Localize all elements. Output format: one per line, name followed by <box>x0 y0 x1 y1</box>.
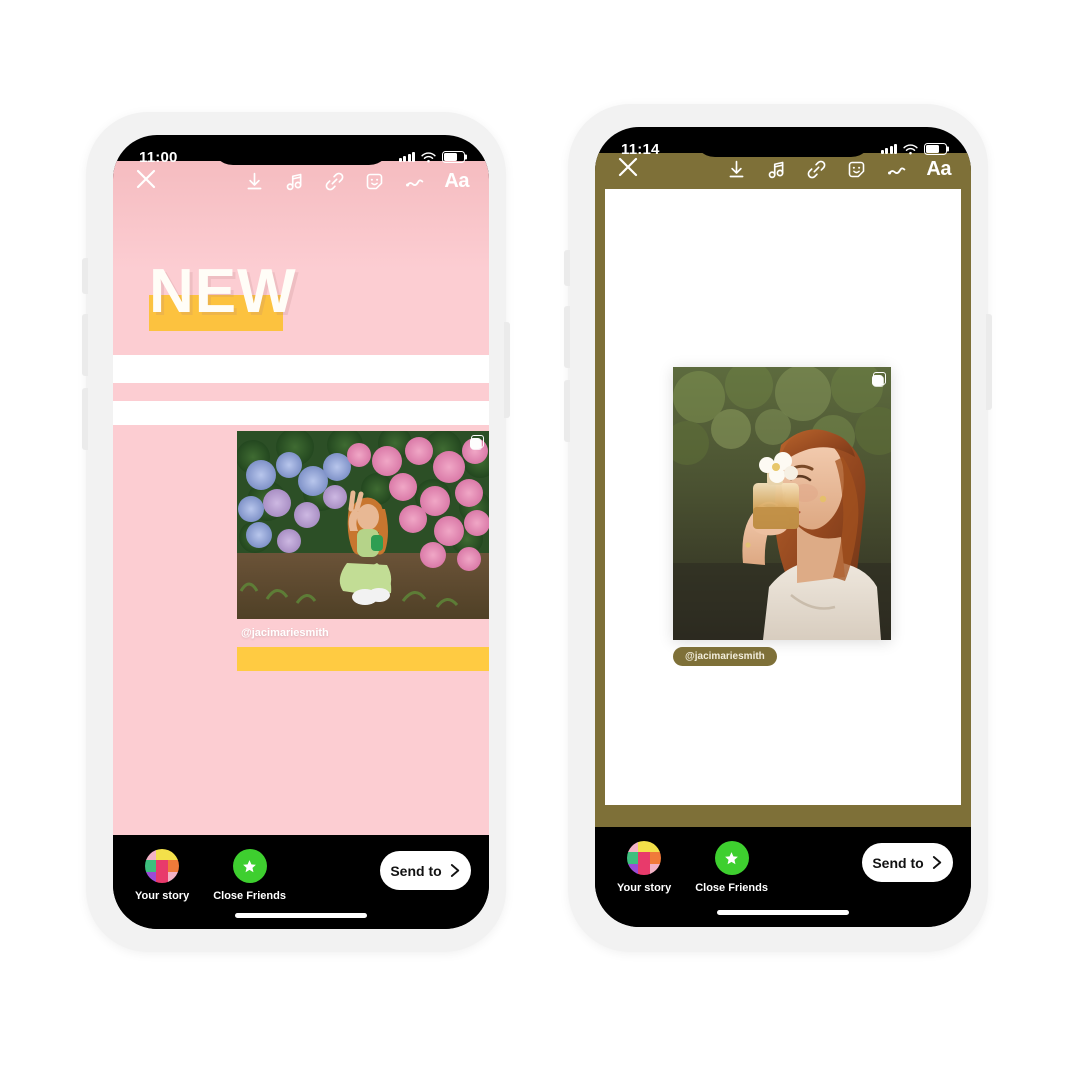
volume-up-button[interactable] <box>82 314 88 376</box>
send-to-button[interactable]: Send to <box>380 851 471 890</box>
photo-handle-right[interactable]: @jacimariesmith <box>673 647 777 666</box>
status-time: 11:00 <box>139 148 178 166</box>
star-icon <box>725 851 738 864</box>
mute-switch[interactable] <box>82 258 88 294</box>
close-friends-label: Close Friends <box>695 882 768 894</box>
hydrangea-photo <box>237 431 489 619</box>
story-grid-avatar <box>145 849 180 883</box>
story-heading-group[interactable]: NEW <box>149 261 297 331</box>
power-button[interactable] <box>986 314 992 410</box>
cellular-signal-icon <box>398 152 415 162</box>
story-photo-right[interactable] <box>673 367 891 640</box>
battery-icon <box>924 143 947 155</box>
green-star-avatar <box>232 849 267 883</box>
phone-screen: @jacimariesmith Aa 11:14 Your story Clos… <box>595 127 971 927</box>
cellular-signal-icon <box>880 144 897 154</box>
status-indicators <box>880 143 947 155</box>
story-canvas[interactable]: NEW @jacimariesmith <box>113 161 489 835</box>
power-button[interactable] <box>504 322 510 418</box>
chevron-right-icon <box>450 864 461 877</box>
phone-screen: NEW @jacimariesmith Aa 11:00 Your story … <box>113 135 489 929</box>
destination-close-friends[interactable]: Close Friends <box>213 849 286 902</box>
battery-icon <box>442 151 465 163</box>
volume-down-button[interactable] <box>82 388 88 450</box>
perfume-photo <box>673 367 891 640</box>
page-title: NEW <box>149 257 297 326</box>
story-share-bar-left: Your story Close Friends Send to <box>113 835 489 929</box>
star-icon <box>243 859 256 872</box>
status-bar-right: 11:14 <box>595 127 971 171</box>
decorative-stripe-1 <box>113 355 489 383</box>
status-time: 11:14 <box>621 140 660 158</box>
story-share-bar-right: Your story Close Friends Send to <box>595 827 971 927</box>
destination-your-story[interactable]: Your story <box>617 841 671 894</box>
chevron-right-icon <box>932 856 943 869</box>
home-indicator <box>717 910 849 915</box>
story-photo-left[interactable] <box>237 431 489 619</box>
volume-up-button[interactable] <box>564 306 570 368</box>
phone-mockup-right: @jacimariesmith Aa 11:14 Your story Clos… <box>564 104 992 952</box>
carousel-icon <box>470 435 484 449</box>
send-to-button[interactable]: Send to <box>862 843 953 882</box>
home-indicator <box>235 913 367 918</box>
destination-your-story[interactable]: Your story <box>135 849 189 902</box>
story-grid-avatar <box>627 841 662 875</box>
story-canvas[interactable]: @jacimariesmith <box>595 153 971 827</box>
send-to-label: Send to <box>390 862 442 879</box>
status-bar-left: 11:00 <box>113 135 489 179</box>
send-to-label: Send to <box>872 854 924 871</box>
screenshot-stage: NEW @jacimariesmith Aa 11:00 Your story … <box>0 0 1080 1080</box>
destination-close-friends[interactable]: Close Friends <box>695 841 768 894</box>
wifi-icon <box>421 151 436 162</box>
green-star-avatar <box>714 841 749 875</box>
carousel-icon <box>872 372 886 386</box>
your-story-label: Your story <box>135 890 190 902</box>
volume-down-button[interactable] <box>564 380 570 442</box>
your-story-label: Your story <box>617 882 672 894</box>
accent-bar <box>237 647 489 671</box>
wifi-icon <box>903 143 918 154</box>
status-indicators <box>398 151 465 163</box>
photo-handle-left: @jacimariesmith <box>241 627 329 639</box>
decorative-stripe-2 <box>113 401 489 425</box>
phone-mockup-left: NEW @jacimariesmith Aa 11:00 Your story … <box>82 112 510 952</box>
close-friends-label: Close Friends <box>213 890 286 902</box>
mute-switch[interactable] <box>564 250 570 286</box>
